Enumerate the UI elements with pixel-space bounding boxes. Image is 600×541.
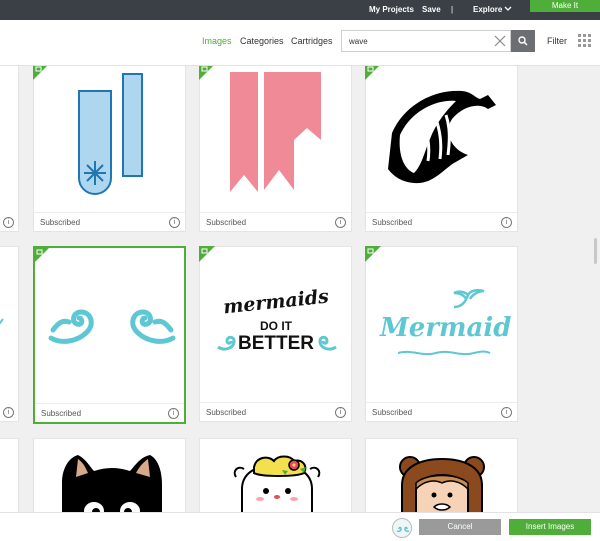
make-it-button[interactable]: Make It <box>530 0 600 12</box>
cancel-button[interactable]: Cancel <box>419 519 501 535</box>
card-footer: Subscribed i <box>366 402 517 421</box>
image-grid: i i Subscribed i Subscribed i Subscribed i <box>0 66 600 512</box>
tab-images[interactable]: Images <box>202 36 232 46</box>
black-cat-icon <box>62 455 162 512</box>
subscribed-label: Subscribed <box>372 218 413 227</box>
image-card[interactable] <box>33 438 186 512</box>
card-footer: Subscribed i <box>366 212 517 231</box>
partial-card[interactable]: i <box>0 246 19 422</box>
subscribed-label: Subscribed <box>372 408 413 417</box>
bear-costume-icon <box>399 456 485 512</box>
card-footer: Subscribed i <box>200 212 351 231</box>
subscribed-badge-icon <box>34 247 50 263</box>
card-footer: Subscribed i <box>200 402 351 421</box>
info-icon[interactable]: i <box>335 217 346 228</box>
subscribed-badge-icon <box>365 66 379 80</box>
aqua-waves-icon <box>48 309 176 344</box>
search-button[interactable] <box>511 30 535 52</box>
card-footer: Subscribed i <box>34 212 185 231</box>
insert-images-button[interactable]: Insert Images <box>509 519 591 535</box>
image-card[interactable]: Mermaid Subscribed i <box>365 246 518 422</box>
selected-image-thumbnail[interactable] <box>392 518 412 538</box>
do-it-text: DO IT <box>260 319 292 333</box>
separator: | <box>451 5 454 14</box>
subscribed-label: Subscribed <box>40 218 81 227</box>
card-footer: Subscribed i <box>35 403 184 422</box>
tab-categories[interactable]: Categories <box>240 36 284 46</box>
image-card[interactable]: Subscribed i <box>199 66 352 232</box>
filter-button[interactable]: Filter <box>547 36 567 46</box>
search-icon <box>518 36 528 46</box>
grid-view-icon[interactable] <box>578 34 591 47</box>
tab-cartridges[interactable]: Cartridges <box>291 36 333 46</box>
info-icon[interactable]: i <box>3 217 14 228</box>
wave-icon <box>388 90 496 184</box>
subscribed-label: Subscribed <box>206 218 247 227</box>
image-card[interactable]: Subscribed i <box>365 66 518 232</box>
bottom-action-bar: Cancel Insert Images <box>0 512 600 541</box>
info-icon[interactable]: i <box>501 217 512 228</box>
partial-card[interactable]: i <box>0 66 19 232</box>
subscribed-badge-icon <box>199 66 213 80</box>
info-icon[interactable]: i <box>3 407 14 418</box>
water-line-icon <box>397 350 491 356</box>
wave-right-icon <box>318 335 337 351</box>
sheep-icon <box>233 455 321 512</box>
image-toolbar: Images Categories Cartridges wave Filter <box>0 20 600 66</box>
explore-menu[interactable]: Explore <box>473 5 502 14</box>
subscribed-label: Subscribed <box>41 409 82 418</box>
partial-art-icon <box>0 318 4 325</box>
image-card[interactable] <box>365 438 518 512</box>
wave-left-icon <box>217 335 236 351</box>
image-card[interactable]: mermaids DO IT BETTER Subscribed i <box>199 246 352 422</box>
subscribed-label: Subscribed <box>206 408 247 417</box>
mermaid-script-text: Mermaid <box>380 313 512 343</box>
image-card[interactable]: Subscribed i <box>33 66 186 232</box>
info-icon[interactable]: i <box>169 217 180 228</box>
subscribed-badge-icon <box>33 66 47 80</box>
subscribed-badge-icon <box>199 246 215 262</box>
info-icon[interactable]: i <box>501 407 512 418</box>
pink-banners-icon <box>230 72 321 192</box>
subscribed-badge-icon <box>365 246 381 262</box>
my-projects-link[interactable]: My Projects <box>369 5 414 14</box>
whale-tail-icon <box>453 288 485 309</box>
mermaids-script-text: mermaids <box>222 285 330 319</box>
search-input[interactable]: wave <box>341 30 511 52</box>
chevron-down-icon[interactable] <box>504 5 512 13</box>
info-icon[interactable]: i <box>335 407 346 418</box>
top-bar: My Projects Save | Explore Make It <box>0 0 600 20</box>
info-icon[interactable]: i <box>168 408 179 419</box>
save-link[interactable]: Save <box>422 5 441 14</box>
partial-card[interactable] <box>0 438 19 512</box>
image-card-selected[interactable]: Subscribed i <box>33 246 186 424</box>
clear-icon[interactable] <box>494 35 506 47</box>
aqua-waves-thumb-icon <box>396 526 410 533</box>
scrollbar-thumb[interactable] <box>594 238 597 264</box>
image-card[interactable] <box>199 438 352 512</box>
ice-pop-icon <box>78 73 143 195</box>
